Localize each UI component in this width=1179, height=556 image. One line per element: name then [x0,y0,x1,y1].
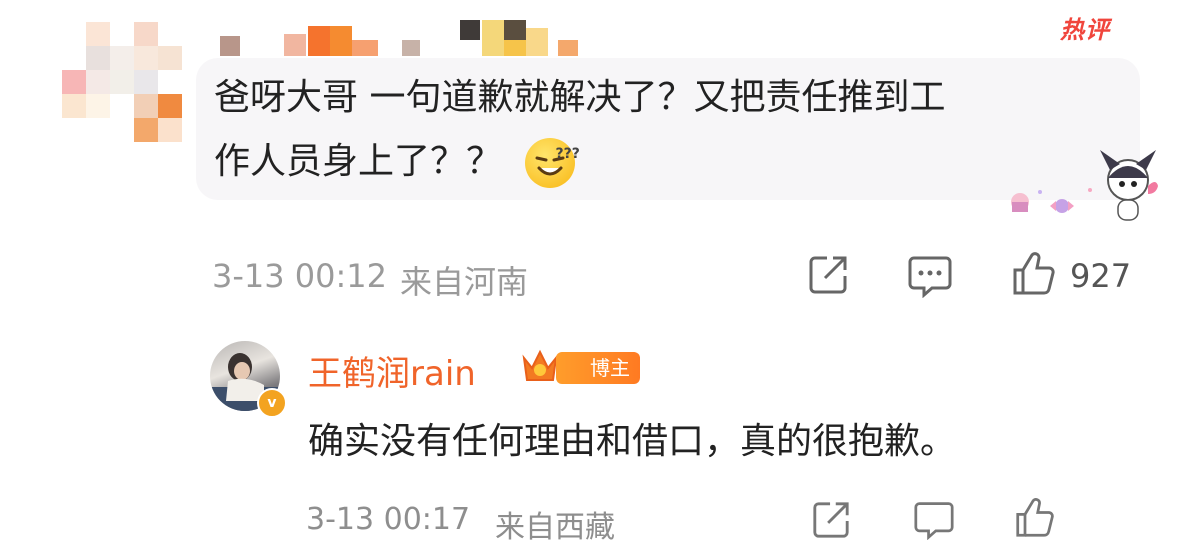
share-icon[interactable] [807,254,849,300]
commenter-avatar-pixelated[interactable] [62,22,182,142]
crown-badge-icon [520,344,560,388]
like-count: 927 [1070,257,1132,295]
squint-face-emoji-icon: ??? [525,138,580,188]
reply-location: 来自西藏 [495,510,615,545]
commenter-name-pixelated[interactable] [220,18,580,58]
blogger-badge: 博主 [556,352,640,384]
verified-v-badge-icon: v [257,388,287,418]
comment-icon[interactable] [908,254,952,302]
reply-like-thumbs-up-icon[interactable] [1015,498,1055,542]
reply-comment-icon[interactable] [914,500,954,544]
hot-comment-badge: 热评 [1060,16,1110,44]
reply-share-icon[interactable] [811,500,851,544]
kuromi-sticker-icon [1000,140,1160,230]
comment-timestamp: 3-13 00:12 [212,257,388,295]
comment-location: 来自河南 [400,263,529,301]
like-thumbs-up-icon[interactable] [1012,252,1056,300]
comment-text-line2-row: 作人员身上了？？ ??? [214,132,1134,192]
reply-timestamp: 3-13 00:17 [306,502,471,537]
comment-text-line2: 作人员身上了？？ [214,141,503,182]
reply-text: 确实没有任何理由和借口，真的很抱歉。 [308,421,957,462]
reply-author-name[interactable]: 王鹤润rain [308,346,476,395]
comment-text-line1: 爸呀大哥 一句道歉就解决了？又把责任推到工 [214,77,946,118]
